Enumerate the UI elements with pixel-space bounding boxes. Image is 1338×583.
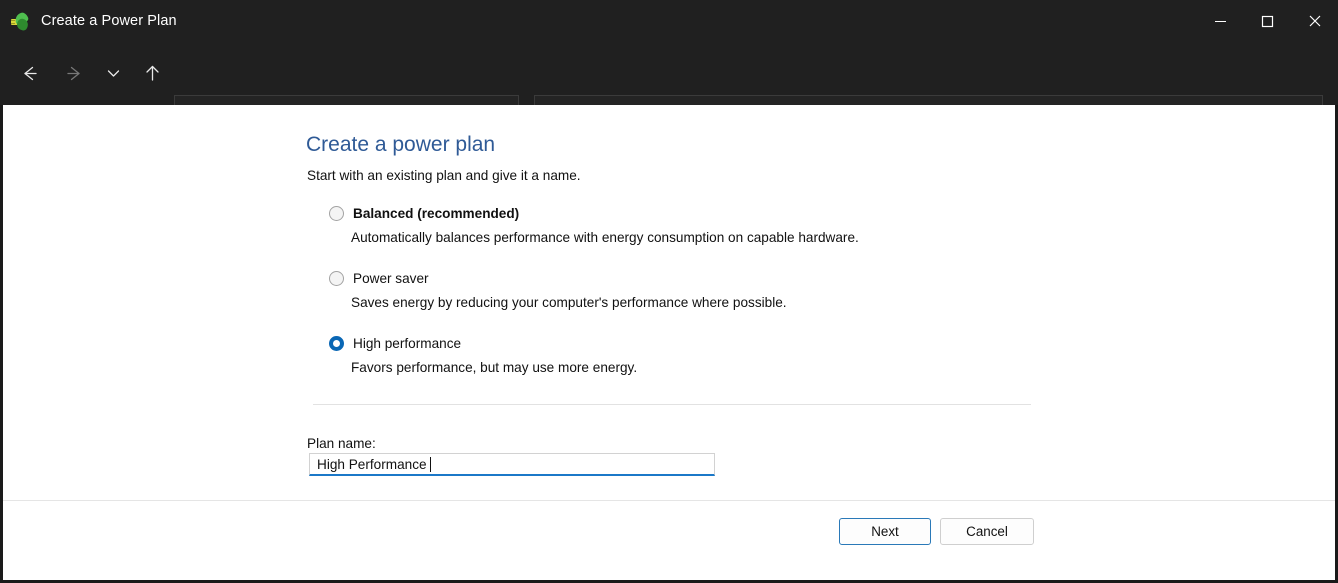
plan-option-balanced-description: Automatically balances performance with … [351,230,859,245]
plan-option-power-saver-description: Saves energy by reducing your computer's… [351,295,787,310]
plan-name-input[interactable]: High Performance [309,453,715,476]
plan-name-value: High Performance [317,457,427,472]
back-button[interactable] [11,55,48,92]
plan-option-balanced-label: Balanced (recommended) [353,206,519,221]
window-controls [1197,0,1338,42]
navigation-toolbar: « Pow... › Create a P... Search Control … [0,42,1338,105]
plan-name-label: Plan name: [307,436,376,451]
recent-locations-button[interactable] [95,55,132,92]
plan-option-high-performance[interactable]: High performance Favors performance, but… [329,334,637,375]
maximize-icon [1261,15,1274,28]
radio-high-performance[interactable] [329,336,344,351]
up-button[interactable] [134,55,171,92]
page-subtitle: Start with an existing plan and give it … [307,168,581,183]
section-divider [313,404,1031,405]
recent-chevron-icon [105,65,122,82]
radio-balanced[interactable] [329,206,344,221]
title-bar-left: Create a Power Plan [11,0,177,42]
page-title: Create a power plan [306,133,495,157]
plan-option-high-performance-description: Favors performance, but may use more ene… [351,360,637,375]
minimize-icon [1214,15,1227,28]
close-icon [1308,14,1322,28]
next-button[interactable]: Next [839,518,931,545]
content-area: Create a power plan Start with an existi… [3,105,1335,580]
power-plan-icon [11,12,30,31]
maximize-button[interactable] [1244,0,1291,42]
back-arrow-icon [20,64,39,83]
radio-power-saver[interactable] [329,271,344,286]
forward-button[interactable] [56,55,93,92]
close-button[interactable] [1291,0,1338,42]
minimize-button[interactable] [1197,0,1244,42]
plan-option-balanced-header[interactable]: Balanced (recommended) [329,204,859,222]
create-power-plan-window: Create a Power Plan [0,0,1338,583]
up-arrow-icon [143,64,162,83]
plan-option-power-saver-header[interactable]: Power saver [329,269,787,287]
window-title: Create a Power Plan [41,13,177,29]
window-edge-left [0,105,3,583]
plan-option-balanced[interactable]: Balanced (recommended) Automatically bal… [329,204,859,245]
text-caret [430,457,431,472]
plan-option-power-saver-label: Power saver [353,271,429,286]
footer-bar: Next Cancel [3,501,1335,580]
cancel-button[interactable]: Cancel [940,518,1034,545]
forward-arrow-icon [65,64,84,83]
plan-option-high-performance-label: High performance [353,336,461,351]
title-bar: Create a Power Plan [0,0,1338,42]
plan-option-high-performance-header[interactable]: High performance [329,334,637,352]
plan-option-power-saver[interactable]: Power saver Saves energy by reducing you… [329,269,787,310]
